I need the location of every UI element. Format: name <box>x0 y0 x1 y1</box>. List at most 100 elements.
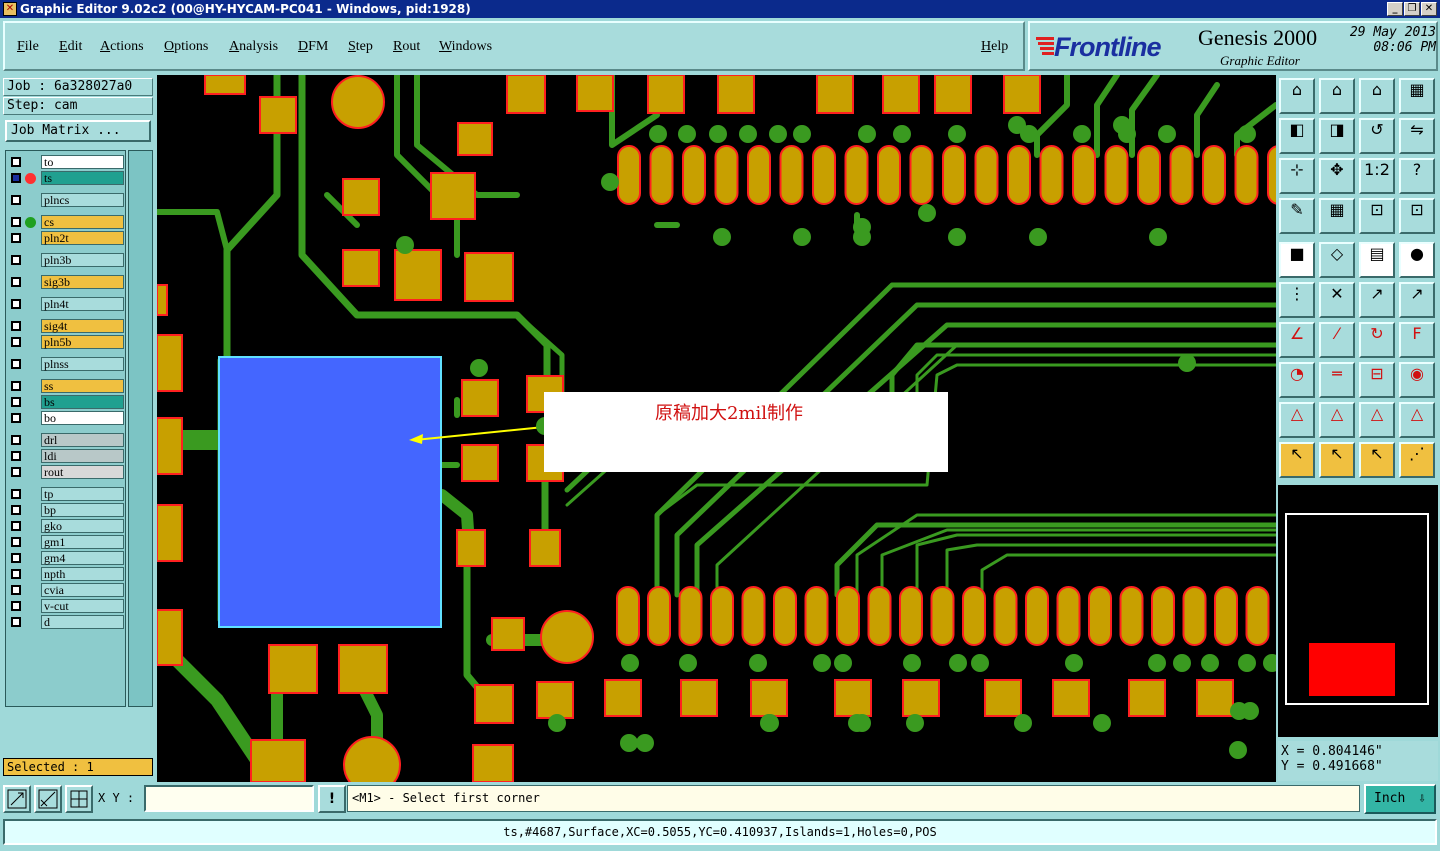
tool-select-arrow-button[interactable]: ↖ <box>1359 442 1395 478</box>
layer-row-pln4t[interactable]: pln4t <box>8 297 124 311</box>
layer-name[interactable]: v-cut <box>41 599 124 613</box>
tool-help-button[interactable]: ? <box>1399 158 1435 194</box>
layer-display-checkbox[interactable] <box>11 585 21 595</box>
tool-ruler-button[interactable]: ▤ <box>1359 242 1395 278</box>
layer-row-pln5b[interactable]: pln5b <box>8 335 124 349</box>
layer-display-checkbox[interactable] <box>11 157 21 167</box>
layer-display-checkbox[interactable] <box>11 217 21 227</box>
tool-arc-button[interactable]: ↻ <box>1359 322 1395 358</box>
layer-display-checkbox[interactable] <box>11 601 21 611</box>
menu-file[interactable]: File <box>17 39 39 55</box>
tool-measure-button[interactable]: ⊟ <box>1359 362 1395 398</box>
layer-row-bp[interactable]: bp <box>8 503 124 517</box>
layer-name[interactable]: cs <box>41 215 124 229</box>
tool-square-pad-button[interactable]: ■ <box>1279 242 1315 278</box>
zoom-area-button[interactable] <box>3 785 31 813</box>
tool-circle-button[interactable]: ◉ <box>1399 362 1435 398</box>
tool-diagonal-button[interactable]: ⁄ <box>1319 322 1355 358</box>
layer-name[interactable]: pln4t <box>41 297 124 311</box>
layer-display-checkbox[interactable] <box>11 489 21 499</box>
tool-right-arrow-button[interactable]: ◨ <box>1319 118 1355 154</box>
layer-row-cvia[interactable]: cvia <box>8 583 124 597</box>
tool-angle-button[interactable]: ∠ <box>1279 322 1315 358</box>
tool-rotate-button[interactable]: ↺ <box>1359 118 1395 154</box>
layer-row-sig4t[interactable]: sig4t <box>8 319 124 333</box>
layer-name[interactable]: plnss <box>41 357 124 371</box>
snap-grid-button[interactable] <box>65 785 93 813</box>
menu-step[interactable]: Step <box>348 39 373 55</box>
layer-row-ldi[interactable]: ldi <box>8 449 124 463</box>
layer-display-checkbox[interactable] <box>11 321 21 331</box>
layer-display-checkbox[interactable] <box>11 537 21 547</box>
layer-row-tp[interactable]: tp <box>8 487 124 501</box>
layer-display-checkbox[interactable] <box>11 467 21 477</box>
tool-mirror-button[interactable]: ⇋ <box>1399 118 1435 154</box>
layer-name[interactable]: ts <box>41 171 124 185</box>
close-button[interactable]: ✕ <box>1421 2 1437 16</box>
layer-name[interactable]: pln3b <box>41 253 124 267</box>
layer-name[interactable]: gm1 <box>41 535 124 549</box>
tool-select-box-button[interactable]: ↖ <box>1319 442 1355 478</box>
layer-row-gm4[interactable]: gm4 <box>8 551 124 565</box>
layer-display-checkbox[interactable] <box>11 435 21 445</box>
tool-tri-c-button[interactable]: △ <box>1359 402 1395 438</box>
tool-tri-b-button[interactable]: △ <box>1319 402 1355 438</box>
tool-route-button[interactable]: ⋰ <box>1399 442 1435 478</box>
layer-row-pln3b[interactable]: pln3b <box>8 253 124 267</box>
layer-row-to[interactable]: to <box>8 155 124 169</box>
layer-row-plnss[interactable]: plnss <box>8 357 124 371</box>
tool-line-a-button[interactable]: ↗ <box>1359 282 1395 318</box>
tool-left-arrow-button[interactable]: ◧ <box>1279 118 1315 154</box>
menu-options[interactable]: Options <box>164 39 208 55</box>
layer-display-checkbox[interactable] <box>11 521 21 531</box>
layer-name[interactable]: pln2t <box>41 231 124 245</box>
tool-panels-button[interactable]: ▦ <box>1399 78 1435 114</box>
layer-name[interactable]: gko <box>41 519 124 533</box>
layer-name[interactable]: tp <box>41 487 124 501</box>
layer-display-checkbox[interactable] <box>11 397 21 407</box>
layer-display-checkbox[interactable] <box>11 337 21 347</box>
layer-display-checkbox[interactable] <box>11 505 21 515</box>
layer-display-checkbox[interactable] <box>11 299 21 309</box>
layer-name[interactable]: sig4t <box>41 319 124 333</box>
tool-select-button[interactable]: ↖ <box>1279 442 1315 478</box>
layer-row-sig3b[interactable]: sig3b <box>8 275 124 289</box>
tool-text-button[interactable]: F <box>1399 322 1435 358</box>
layer-row-pln2t[interactable]: pln2t <box>8 231 124 245</box>
tool-zoom-center-button[interactable]: ✥ <box>1319 158 1355 194</box>
menu-dfm[interactable]: DFM <box>298 39 328 55</box>
xy-input[interactable] <box>144 785 314 812</box>
layer-name[interactable]: rout <box>41 465 124 479</box>
tool-cross-button[interactable]: ✕ <box>1319 282 1355 318</box>
layer-row-bo[interactable]: bo <box>8 411 124 425</box>
tool-transform-button[interactable]: ◇ <box>1319 242 1355 278</box>
overview-window[interactable] <box>1278 485 1438 737</box>
menu-help[interactable]: Help <box>981 39 1008 55</box>
layer-display-checkbox[interactable] <box>11 359 21 369</box>
layer-name[interactable]: drl <box>41 433 124 447</box>
menu-edit[interactable]: Edit <box>59 39 82 55</box>
tool-grid-button[interactable]: ▦ <box>1319 198 1355 234</box>
layer-display-checkbox[interactable] <box>11 277 21 287</box>
layer-display-checkbox[interactable] <box>11 569 21 579</box>
layer-row-drl[interactable]: drl <box>8 433 124 447</box>
menu-rout[interactable]: Rout <box>393 39 420 55</box>
layer-display-checkbox[interactable] <box>11 413 21 423</box>
layer-name[interactable]: bs <box>41 395 124 409</box>
layer-row-d[interactable]: d <box>8 615 124 629</box>
layer-row-ts[interactable]: ts <box>8 171 124 185</box>
layer-display-checkbox[interactable] <box>11 233 21 243</box>
layer-name[interactable]: gm4 <box>41 551 124 565</box>
layer-name[interactable]: ss <box>41 379 124 393</box>
menu-actions[interactable]: Actions <box>100 39 144 55</box>
layer-row-gm1[interactable]: gm1 <box>8 535 124 549</box>
tool-home-button[interactable]: ⌂ <box>1359 78 1395 114</box>
layer-name[interactable]: to <box>41 155 124 169</box>
layer-display-checkbox[interactable] <box>11 255 21 265</box>
job-matrix-button[interactable]: Job Matrix ... <box>5 120 151 142</box>
layer-list-scrollbar[interactable] <box>128 150 153 707</box>
graphic-canvas[interactable]: 原稿加大2mil制作 <box>157 75 1276 782</box>
measure-button[interactable] <box>34 785 62 813</box>
layer-name[interactable]: cvia <box>41 583 124 597</box>
tool-snap-a-button[interactable]: ⊡ <box>1359 198 1395 234</box>
